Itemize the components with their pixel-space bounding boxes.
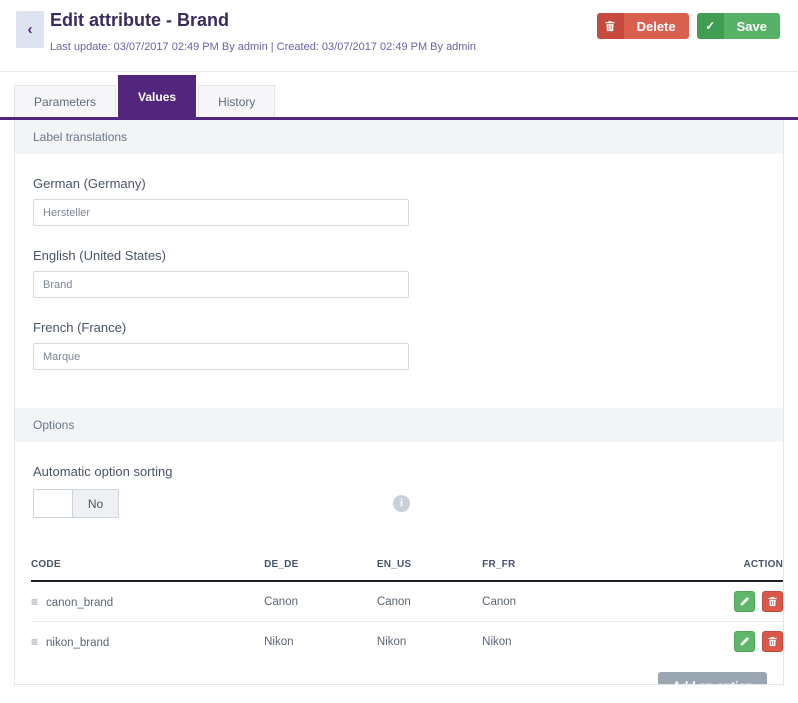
auto-sort-toggle[interactable]: No <box>33 489 119 518</box>
cell-de-de: Nikon <box>264 622 377 662</box>
chevron-left-icon: ‹ <box>28 21 33 38</box>
delete-button-label: Delete <box>624 13 689 39</box>
tab-parameters[interactable]: Parameters <box>14 85 116 117</box>
delete-button[interactable]: Delete <box>597 13 689 39</box>
toggle-state-label: No <box>73 490 118 517</box>
field-german-label: German (Germany) <box>33 176 765 191</box>
info-icon: i <box>393 495 410 512</box>
page-meta: Last update: 03/07/2017 02:49 PM By admi… <box>50 41 476 53</box>
drag-handle-icon[interactable]: ≡ <box>31 635 38 649</box>
options-section-header: Options <box>15 408 783 442</box>
cell-fr-fr: Canon <box>482 581 632 622</box>
delete-option-button[interactable] <box>762 591 783 612</box>
auto-sort-row: No i <box>33 489 765 519</box>
add-option-button[interactable]: Add an option <box>658 672 767 685</box>
option-row-nikon: ≡ nikon_brand Nikon Nikon Nikon <box>31 622 783 662</box>
field-french: French (France) <box>33 320 765 370</box>
french-label-input[interactable] <box>33 343 409 370</box>
page-header: ‹ Edit attribute - Brand Last update: 03… <box>0 0 798 72</box>
toggle-handle[interactable] <box>34 490 73 517</box>
edit-option-button[interactable] <box>734 631 755 652</box>
option-row-canon: ≡ canon_brand Canon Canon Canon <box>31 581 783 622</box>
save-button[interactable]: ✓ Save <box>697 13 780 39</box>
edit-option-button[interactable] <box>734 591 755 612</box>
options-table: CODE DE_DE EN_US FR_FR ACTION ≡ canon_bra… <box>31 547 783 661</box>
field-german: German (Germany) <box>33 176 765 226</box>
label-translations-section-header: Label translations <box>15 120 783 154</box>
cell-fr-fr: Nikon <box>482 622 632 662</box>
field-french-label: French (France) <box>33 320 765 335</box>
pencil-icon <box>739 596 750 607</box>
cell-code: ≡ nikon_brand <box>31 622 264 662</box>
english-label-input[interactable] <box>33 271 409 298</box>
back-button[interactable]: ‹ <box>16 11 44 48</box>
add-option-row: Add an option <box>15 661 783 685</box>
col-header-fr-fr: FR_FR <box>482 547 632 581</box>
cell-code: ≡ canon_brand <box>31 581 264 622</box>
cell-en-us: Canon <box>377 581 482 622</box>
trash-icon <box>767 596 778 607</box>
trash-icon <box>767 636 778 647</box>
option-code: nikon_brand <box>46 637 109 649</box>
options-table-header-row: CODE DE_DE EN_US FR_FR ACTION <box>31 547 783 581</box>
tab-bar: Parameters Values History <box>0 72 798 120</box>
tab-values[interactable]: Values <box>118 75 196 117</box>
col-header-code: CODE <box>31 547 264 581</box>
delete-option-button[interactable] <box>762 631 783 652</box>
save-button-label: Save <box>724 13 780 39</box>
col-header-en-us: EN_US <box>377 547 482 581</box>
col-header-action: ACTION <box>633 547 783 581</box>
field-english-label: English (United States) <box>33 248 765 263</box>
auto-sort-label: Automatic option sorting <box>33 464 765 479</box>
cell-de-de: Canon <box>264 581 377 622</box>
values-tab-panel: Label translations German (Germany) Engl… <box>14 120 784 685</box>
header-actions: Delete ✓ Save <box>597 13 780 39</box>
cell-action <box>633 581 783 622</box>
pencil-icon <box>739 636 750 647</box>
option-code: canon_brand <box>46 597 113 609</box>
tab-history[interactable]: History <box>198 85 275 117</box>
col-header-de-de: DE_DE <box>264 547 377 581</box>
cell-en-us: Nikon <box>377 622 482 662</box>
check-icon: ✓ <box>697 13 724 39</box>
trash-icon <box>597 13 624 39</box>
german-label-input[interactable] <box>33 199 409 226</box>
drag-handle-icon[interactable]: ≡ <box>31 595 38 609</box>
page-title: Edit attribute - Brand <box>50 10 229 31</box>
cell-action <box>633 622 783 662</box>
field-english: English (United States) <box>33 248 765 298</box>
